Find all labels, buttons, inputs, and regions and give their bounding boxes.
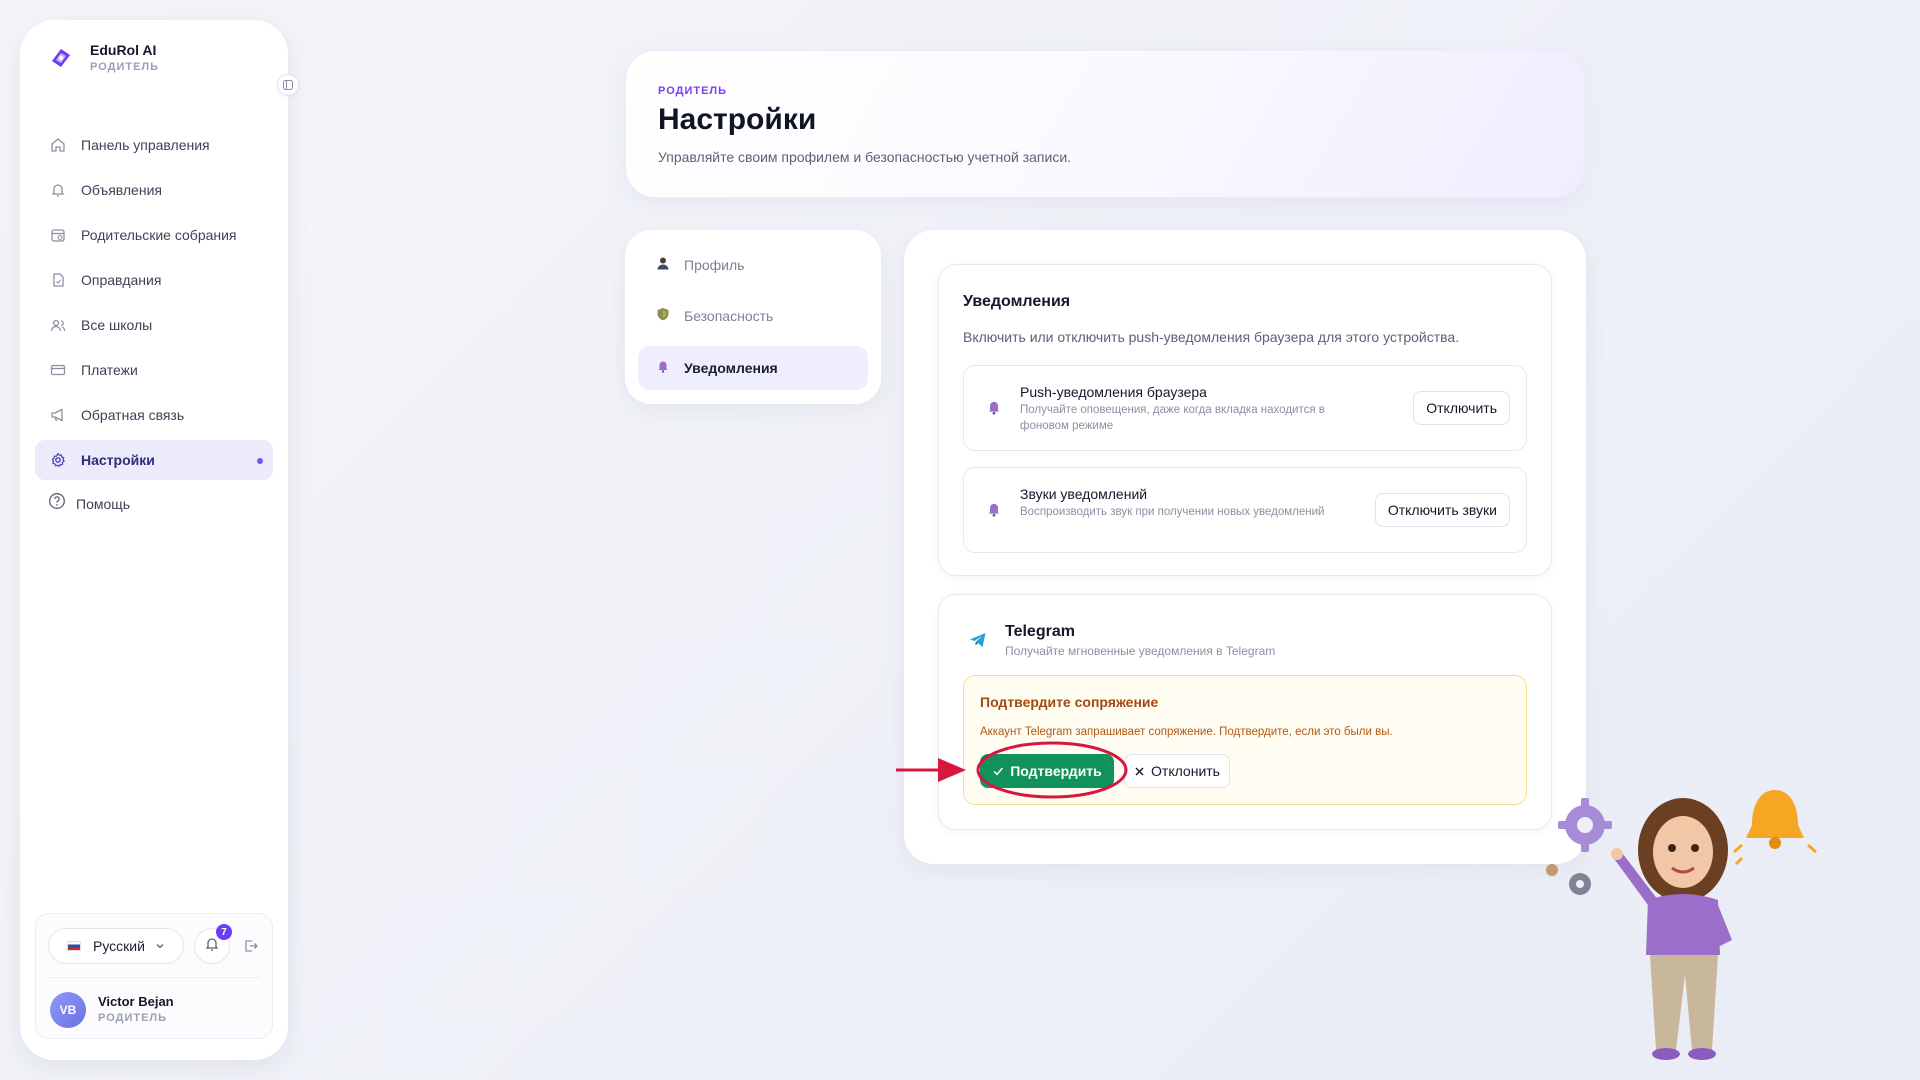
user-name: Victor Bejan <box>98 994 174 1009</box>
collapse-sidebar-button[interactable] <box>277 74 299 96</box>
confirmation-title: Подтвердите сопряжение <box>980 694 1159 710</box>
notifications-button[interactable]: 7 <box>194 924 232 964</box>
megaphone-icon <box>49 406 67 424</box>
logout-button[interactable] <box>241 936 261 956</box>
footer-divider <box>48 977 260 978</box>
brand[interactable]: EduRol AI РОДИТЕЛЬ <box>46 42 159 73</box>
gear-icon <box>49 451 67 469</box>
bell-icon <box>656 359 670 378</box>
settings-panel: Уведомления Включить или отключить push-… <box>904 230 1586 864</box>
tab-profile[interactable]: Профиль <box>638 243 868 287</box>
tab-label: Уведомления <box>684 360 778 376</box>
push-notifications-option: Push-уведомления браузера Получайте опов… <box>963 365 1527 451</box>
disable-sounds-button[interactable]: Отключить звуки <box>1374 493 1510 527</box>
bell-illustration-icon <box>1733 790 1817 866</box>
avatar[interactable]: VB <box>50 992 86 1028</box>
sidebar-item-label: Оправдания <box>81 272 162 288</box>
check-icon <box>993 767 1004 776</box>
sidebar-item-payments[interactable]: Платежи <box>35 350 273 390</box>
sidebar-item-feedback[interactable]: Обратная связь <box>35 395 273 435</box>
telegram-subtitle: Получайте мгновенные уведомления в Teleg… <box>1005 644 1276 658</box>
section-title: Уведомления <box>963 293 1071 310</box>
sidebar-item-label: Панель управления <box>81 137 210 153</box>
option-description: Получайте оповещения, даже когда вкладка… <box>1020 404 1325 432</box>
user-role: РОДИТЕЛЬ <box>98 1012 168 1024</box>
confirmation-text: Аккаунт Telegram запрашивает сопряжение.… <box>980 726 1393 738</box>
bell-icon <box>49 181 67 199</box>
sidebar: EduRol AI РОДИТЕЛЬ Панель управления Объ… <box>20 20 299 1060</box>
brand-role: РОДИТЕЛЬ <box>90 61 160 73</box>
help-label: Помощь <box>76 495 131 512</box>
tab-label: Профиль <box>684 257 745 273</box>
section-description: Включить или отключить push-уведомления … <box>963 329 1460 345</box>
russia-flag-icon <box>67 941 81 951</box>
sidebar-item-excuses[interactable]: Оправдания <box>35 260 273 300</box>
sidebar-item-label: Объявления <box>81 182 162 198</box>
calendar-icon <box>49 226 67 244</box>
bell-icon <box>204 936 220 957</box>
sidebar-item-dashboard[interactable]: Панель управления <box>35 125 273 165</box>
sidebar-nav: Панель управления Объявления Родительски… <box>35 125 273 485</box>
close-icon <box>1135 767 1144 775</box>
sidebar-item-label: Родительские собрания <box>81 227 237 243</box>
option-title: Звуки уведомлений <box>1020 486 1148 502</box>
page-title: Настройки <box>658 103 817 136</box>
document-icon <box>49 271 67 289</box>
chevron-down-icon <box>155 938 165 954</box>
page-kicker: РОДИТЕЛЬ <box>658 85 728 97</box>
active-indicator-dot <box>257 458 263 464</box>
option-title: Push-уведомления браузера <box>1020 384 1207 400</box>
home-icon <box>49 136 67 154</box>
sidebar-item-settings[interactable]: Настройки <box>35 440 273 480</box>
users-icon <box>49 316 67 334</box>
sidebar-item-schools[interactable]: Все школы <box>35 305 273 345</box>
notification-count-badge: 7 <box>216 924 232 940</box>
brand-logo-icon <box>46 43 76 73</box>
page-header: РОДИТЕЛЬ Настройки Управляйте своим проф… <box>625 50 1585 198</box>
card-icon <box>49 361 67 379</box>
shield-icon <box>656 307 670 326</box>
sidebar-item-label: Платежи <box>81 362 138 378</box>
sidebar-item-label: Настройки <box>81 452 155 468</box>
settings-tabs: Профиль Безопасность Уведомления <box>625 230 881 404</box>
tab-notifications[interactable]: Уведомления <box>638 346 868 390</box>
sidebar-item-label: Все школы <box>81 317 153 333</box>
notifications-section: Уведомления Включить или отключить push-… <box>938 264 1552 576</box>
sidebar-item-announcements[interactable]: Объявления <box>35 170 273 210</box>
person-icon <box>656 256 670 275</box>
telegram-section: Telegram Получайте мгновенные уведомлени… <box>938 594 1552 830</box>
help-link[interactable]: Помощь <box>48 492 130 515</box>
reject-pairing-button[interactable]: Отклонить <box>1124 754 1230 788</box>
language-label: Русский <box>93 938 145 954</box>
sidebar-item-label: Обратная связь <box>81 407 185 423</box>
girl-character-icon <box>1611 798 1732 1060</box>
help-icon <box>48 492 66 515</box>
sidebar-footer: Русский 7 VB Victor Bejan РОДИТЕЛЬ <box>35 913 273 1039</box>
option-description: Воспроизводить звук при получении новых … <box>1020 506 1325 518</box>
gear-illustration-icon <box>1546 798 1612 895</box>
bell-icon <box>986 399 1002 420</box>
confirm-button-label: Подтвердить <box>1010 763 1102 779</box>
logout-icon <box>245 940 258 952</box>
telegram-title: Telegram <box>1005 623 1075 640</box>
mascot-illustration <box>1546 790 1817 1060</box>
tab-label: Безопасность <box>684 308 774 324</box>
pairing-confirmation-box: Подтвердите сопряжение Аккаунт Telegram … <box>963 675 1527 805</box>
bell-icon <box>986 501 1002 522</box>
telegram-icon <box>969 631 987 654</box>
sidebar-item-meetings[interactable]: Родительские собрания <box>35 215 273 255</box>
page-subtitle: Управляйте своим профилем и безопасность… <box>658 149 1072 165</box>
reject-button-label: Отклонить <box>1151 763 1220 779</box>
brand-name: EduRol AI <box>90 42 157 58</box>
sidebar-toggle-icon <box>283 80 293 90</box>
confirm-pairing-button[interactable]: Подтвердить <box>980 754 1114 788</box>
tab-security[interactable]: Безопасность <box>638 294 868 338</box>
notification-sounds-option: Звуки уведомлений Воспроизводить звук пр… <box>963 467 1527 553</box>
disable-push-button[interactable]: Отключить <box>1413 391 1510 425</box>
language-selector[interactable]: Русский <box>48 928 184 964</box>
